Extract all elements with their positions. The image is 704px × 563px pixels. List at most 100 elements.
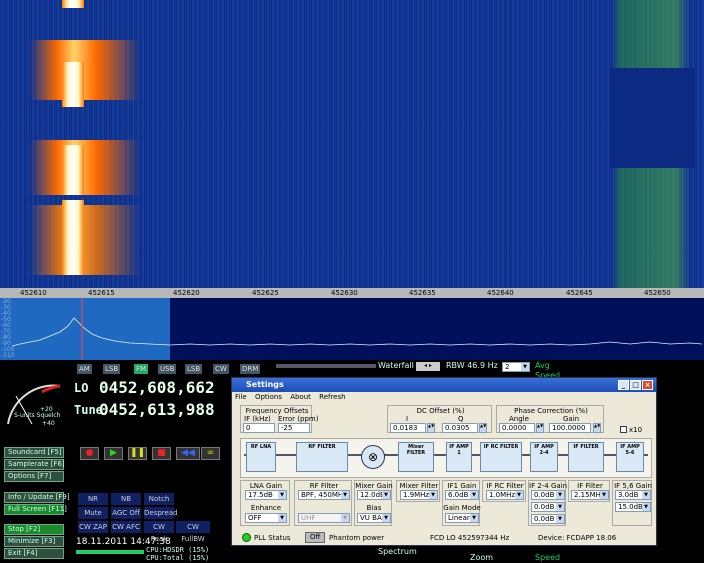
if3-gain-select[interactable]: 0.0dB: [531, 502, 565, 512]
frequency-scale[interactable]: 452610 452615 452620 452625 452630 45263…: [0, 288, 704, 298]
phase-gain-input[interactable]: 100.0000: [549, 423, 591, 433]
mode-fm[interactable]: FM: [134, 364, 149, 374]
record-icon[interactable]: ●: [80, 447, 99, 460]
mode-ecss[interactable]: LSB: [103, 364, 121, 374]
cw-fullbw-button[interactable]: CW FullBW: [176, 521, 210, 543]
gain-mode-select[interactable]: Linear: [445, 513, 479, 523]
waterfall-label: Waterfall: [378, 361, 414, 370]
mode-drm[interactable]: DRM: [240, 364, 261, 374]
despread-button[interactable]: Despread: [144, 507, 178, 519]
phase-angle-input[interactable]: 0.0000: [499, 423, 535, 433]
menu-about[interactable]: About: [290, 393, 311, 401]
if-rc-filter-group: IF RC Filter 1.0MHz: [482, 480, 526, 502]
dc-i-label: I: [406, 415, 409, 423]
menu-refresh[interactable]: Refresh: [319, 393, 345, 401]
rf-filter-select[interactable]: BPF, 450MHz: [298, 490, 350, 500]
band-select[interactable]: UHF: [298, 513, 350, 523]
freq-tick: 452640: [487, 289, 514, 297]
mode-am[interactable]: AM: [77, 364, 92, 374]
menu-file[interactable]: File: [235, 393, 247, 401]
x10-label: x10: [629, 426, 643, 434]
if-khz-input[interactable]: 0: [243, 423, 275, 433]
if1-gain-select[interactable]: 6.0dB: [445, 490, 479, 500]
lna-gain-select[interactable]: 17.5dB: [245, 490, 287, 500]
loop-icon[interactable]: ∞: [201, 447, 220, 460]
minimize-icon[interactable]: _: [618, 380, 629, 390]
if4-gain-select[interactable]: 0.0dB: [531, 514, 565, 524]
phase-gain-label: Gain: [563, 415, 580, 423]
maximize-icon[interactable]: □: [630, 380, 641, 390]
phase-angle-spinner[interactable]: ▲▼: [536, 423, 544, 433]
if2-gain-select[interactable]: 0.0dB: [531, 490, 565, 500]
freq-tick: 452645: [566, 289, 593, 297]
if56-gain-label: IF 5,6 Gain: [614, 482, 652, 490]
freq-tick: 452620: [173, 289, 200, 297]
phase-correction-title: Phase Correction (%): [514, 407, 588, 415]
error-ppm-input[interactable]: -25: [278, 423, 310, 433]
lo-frequency[interactable]: 0452,608,662: [99, 378, 215, 397]
x10-checkbox[interactable]: [620, 426, 627, 433]
close-icon[interactable]: ×: [642, 380, 653, 390]
dc-q-label: Q: [458, 415, 464, 423]
enhance-select[interactable]: OFF: [245, 513, 287, 523]
waterfall-slider[interactable]: [276, 364, 376, 368]
minimize-button[interactable]: Minimize [F3]: [4, 536, 64, 547]
rbw-stepper[interactable]: ◂ ▸: [416, 362, 440, 371]
dc-i-input[interactable]: 0.0183: [390, 423, 426, 433]
settings-menubar: File Options About Refresh: [232, 392, 656, 402]
rewind-icon[interactable]: ◀◀: [176, 447, 200, 460]
pause-icon[interactable]: ❚❚: [128, 447, 147, 460]
avg-select[interactable]: 2: [502, 362, 530, 372]
agc-button[interactable]: AGC Off: [111, 507, 141, 519]
if-rc-filter-label: IF RC Filter: [486, 482, 524, 490]
mixer-filter-block: Mixer FILTER: [398, 442, 434, 472]
dc-q-spinner[interactable]: ▲▼: [479, 423, 487, 433]
bias-select[interactable]: VU BAND: [357, 513, 391, 523]
info-update-button[interactable]: Info / Update [F9]: [4, 492, 70, 503]
if-filter-group: IF Filter 2.15MHz: [568, 480, 610, 502]
waterfall-gap: [610, 68, 695, 168]
mute-button[interactable]: Mute: [78, 507, 108, 519]
samplerate-button[interactable]: Samplerate [F6]: [4, 459, 65, 470]
play-icon[interactable]: ▶: [104, 447, 123, 460]
mixer-filter-select[interactable]: 1.9MHz: [400, 490, 438, 500]
menu-options[interactable]: Options: [255, 393, 282, 401]
mode-lsb[interactable]: USB: [158, 364, 177, 374]
settings-dialog: Settings _ □ × File Options About Refres…: [231, 377, 657, 546]
bias-label: Bias: [366, 504, 382, 512]
if5-gain-select[interactable]: 3.0dB: [615, 490, 651, 500]
waterfall-display[interactable]: [0, 0, 704, 288]
zoom-label: Zoom: [470, 553, 494, 562]
if-filter-block: IF FILTER: [568, 442, 604, 472]
nr-button[interactable]: NR: [78, 493, 108, 505]
mixer-gain-select[interactable]: 12.0dB: [357, 490, 391, 500]
phase-gain-spinner[interactable]: ▲▼: [593, 423, 601, 433]
cw-zap-button[interactable]: CW ZAP: [78, 521, 108, 533]
signal-carrier: [62, 200, 84, 275]
stop-icon[interactable]: ■: [152, 447, 171, 460]
phantom-power-toggle[interactable]: Off: [305, 532, 325, 543]
rf-filter-label: RF Filter: [309, 482, 339, 490]
exit-button[interactable]: Exit [F4]: [4, 548, 64, 559]
if-filter-select[interactable]: 2.15MHz: [571, 490, 609, 500]
cw-afc-button[interactable]: CW AFC: [111, 521, 141, 533]
if-rc-filter-select[interactable]: 1.0MHz: [486, 490, 524, 500]
settings-titlebar[interactable]: Settings _ □ ×: [232, 378, 656, 392]
if-amp56-block: IF AMP 5-6: [616, 442, 644, 472]
fullscreen-button[interactable]: Full Screen [F11]: [4, 504, 67, 515]
if6-gain-select[interactable]: 15.0dB: [615, 502, 651, 512]
dc-q-input[interactable]: 0.0305: [442, 423, 478, 433]
mode-cw[interactable]: CW: [213, 364, 229, 374]
cw-peak-button[interactable]: CW Peak: [144, 521, 174, 543]
notch-button[interactable]: Notch: [144, 493, 174, 505]
options-button[interactable]: Options [F7]: [4, 471, 64, 482]
tune-frequency[interactable]: 0452,613,988: [99, 400, 215, 419]
nb-button[interactable]: NB: [111, 493, 141, 505]
fcd-lo-status: FCD LO 452597344 Hz: [430, 534, 510, 542]
spectrum-display[interactable]: -20 -30 -40 -50 -60 -70 -80 -90 -100 -11…: [0, 298, 704, 360]
dc-i-spinner[interactable]: ▲▼: [427, 423, 435, 433]
stop-button[interactable]: Stop [F2]: [4, 524, 64, 535]
cpu-hdsdr: CPU:HDSDR (15%): [146, 546, 210, 554]
mode-usb[interactable]: LSB: [185, 364, 203, 374]
soundcard-button[interactable]: Soundcard [F5]: [4, 447, 64, 458]
